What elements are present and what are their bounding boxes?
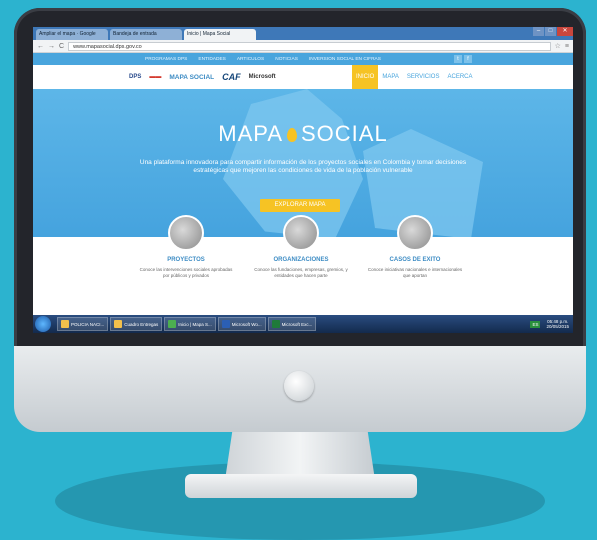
mapa-social-logo: MAPA SOCIAL — [169, 73, 215, 81]
taskbar-item[interactable]: Cuadro Entregas — [110, 317, 163, 331]
minimize-icon[interactable]: – — [533, 27, 544, 36]
taskbar-item[interactable]: Inicio | Mapa S... — [164, 317, 216, 331]
power-button[interactable] — [284, 371, 314, 401]
dps-logo: DPS — [129, 74, 142, 80]
hero-tagline: Una plataforma innovadora para compartir… — [139, 159, 467, 174]
browser-tab-active[interactable]: Inicio | Mapa Social — [184, 29, 256, 40]
system-tray: ES 05:48 p.m. 20/05/2015 — [530, 319, 573, 330]
taskbar-item[interactable]: Microsoft Exc... — [267, 317, 317, 331]
feature-title: PROYECTOS — [167, 257, 205, 263]
features-section: PROYECTOS Conoce las intervenciones soci… — [33, 215, 573, 307]
back-icon[interactable]: ← — [37, 43, 44, 50]
folder-icon — [61, 320, 69, 328]
browser-tab[interactable]: Ampliar el mapa · Google — [36, 29, 108, 40]
colombia-logo: ▬▬ — [149, 74, 162, 80]
menu-item-acerca[interactable]: ACERCA — [443, 65, 476, 89]
feature-title: ORGANIZACIONES — [273, 257, 329, 263]
map-pin-icon — [287, 128, 297, 143]
excel-icon — [271, 320, 280, 328]
windows-taskbar: POLICIA NACI... Cuadro Entregas Inicio |… — [33, 315, 573, 333]
topnav-item[interactable]: PROGRAMAS DPS — [145, 57, 187, 62]
topnav-item[interactable]: ARTICULOS — [237, 57, 264, 62]
screen: Ampliar el mapa · Google Bandeja de entr… — [33, 27, 573, 333]
feature-photo — [168, 215, 204, 251]
feature-card[interactable]: PROYECTOS Conoce las intervenciones soci… — [126, 215, 246, 279]
caf-logo: CAF — [222, 72, 241, 82]
feature-desc: Conoce las intervenciones sociales aprob… — [139, 267, 233, 278]
explore-map-button[interactable]: EXPLORAR MAPA — [260, 199, 340, 212]
start-button[interactable] — [35, 316, 51, 332]
menu-icon[interactable]: ≡ — [565, 43, 569, 50]
monitor-base — [185, 474, 417, 498]
feature-card[interactable]: CASOS DE EXITO Conoce iniciativas nacion… — [355, 215, 475, 279]
facebook-icon[interactable]: f — [464, 55, 472, 63]
word-icon — [221, 320, 230, 328]
menu-item-mapa[interactable]: MAPA — [378, 65, 403, 89]
address-bar: ← → C www.mapasocial.dps.gov.co ☆ ≡ — [33, 40, 573, 53]
topnav-item[interactable]: ENTIDADES — [198, 57, 225, 62]
star-icon[interactable]: ☆ — [555, 42, 561, 50]
language-indicator[interactable]: ES — [530, 320, 541, 328]
menu-item-inicio[interactable]: INICIO — [352, 65, 379, 89]
browser-tab-bar: Ampliar el mapa · Google Bandeja de entr… — [33, 27, 573, 40]
feature-title: CASOS DE EXITO — [389, 257, 441, 263]
feature-photo — [397, 215, 433, 251]
chrome-icon — [168, 320, 177, 328]
clock[interactable]: 05:48 p.m. 20/05/2015 — [546, 319, 569, 330]
feature-card[interactable]: ORGANIZACIONES Conoce las fundaciones, e… — [241, 215, 361, 279]
close-icon[interactable]: ✕ — [557, 27, 573, 36]
taskbar-item[interactable]: Microsoft Wo... — [217, 317, 266, 331]
reload-icon[interactable]: C — [59, 43, 64, 50]
main-menu: INICIO MAPA SERVICIOS ACERCA — [352, 65, 477, 89]
window-controls: – □ ✕ — [532, 27, 573, 36]
feature-desc: Conoce las fundaciones, empresas, gremio… — [254, 267, 348, 278]
folder-icon — [114, 320, 123, 328]
social-links: t f — [453, 55, 473, 63]
taskbar-item[interactable]: POLICIA NACI... — [57, 317, 109, 331]
forward-icon[interactable]: → — [48, 43, 55, 50]
maximize-icon[interactable]: □ — [545, 27, 556, 36]
feature-photo — [283, 215, 319, 251]
hero-brand: MAPA SOCIAL — [218, 121, 388, 146]
topnav-item[interactable]: INVERSION SOCIAL EN CIFRAS — [309, 57, 381, 62]
url-input[interactable]: www.mapasocial.dps.gov.co — [68, 41, 551, 51]
menu-item-servicios[interactable]: SERVICIOS — [403, 65, 444, 89]
feature-desc: Conoce iniciativas nacionales e internac… — [367, 267, 463, 278]
microsoft-logo: Microsoft — [248, 74, 276, 80]
logo-bar: DPS ▬▬ MAPA SOCIAL CAF Microsoft INICIO … — [33, 65, 573, 89]
browser-tab[interactable]: Bandeja de entrada — [110, 29, 182, 40]
twitter-icon[interactable]: t — [454, 55, 462, 63]
topnav-item[interactable]: NOTICIAS — [275, 57, 298, 62]
site-top-nav: PROGRAMAS DPS ENTIDADES ARTICULOS NOTICI… — [33, 53, 573, 65]
